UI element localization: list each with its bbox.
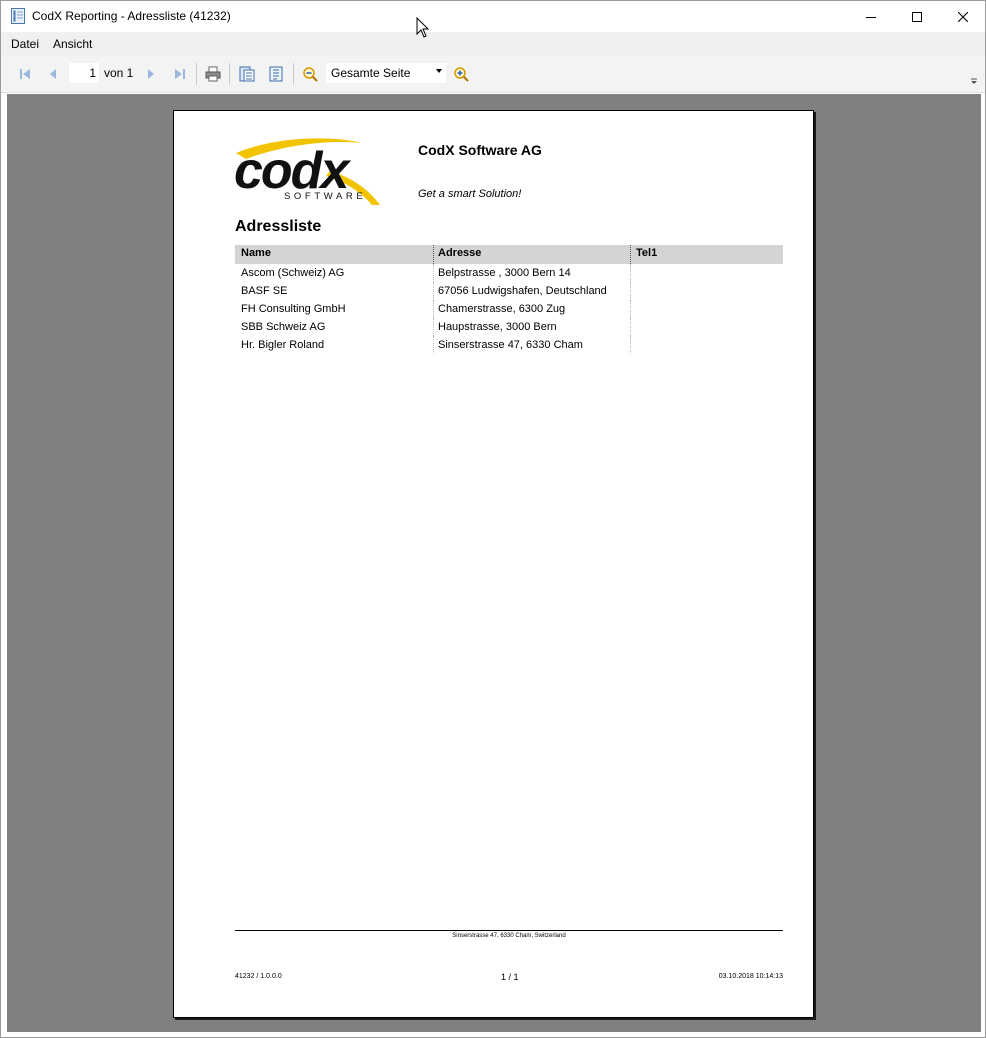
zoom-out-button[interactable] — [300, 64, 320, 84]
zoom-in-icon — [454, 67, 469, 82]
zoom-select-value: Gesamte Seite — [331, 66, 411, 80]
column-divider — [630, 318, 631, 336]
cell-address: Haupstrasse, 3000 Bern — [438, 321, 557, 333]
table-row: BASF SE 67056 Ludwigshafen, Deutschland — [235, 282, 783, 300]
address-table: Name Adresse Tel1 Ascom (Schweiz) AG Bel… — [235, 245, 783, 354]
printer-icon — [205, 66, 221, 82]
close-button[interactable] — [940, 1, 985, 32]
next-page-icon — [148, 69, 154, 79]
last-page-button[interactable] — [170, 64, 190, 84]
app-icon — [11, 8, 25, 24]
cell-name: Hr. Bigler Roland — [241, 339, 325, 351]
maximize-button[interactable] — [894, 1, 940, 32]
column-divider — [630, 300, 631, 318]
table-header-row: Name Adresse Tel1 — [235, 245, 783, 264]
print-button[interactable] — [203, 64, 223, 84]
close-icon — [958, 11, 968, 22]
toolbar: 1 von 1 Gesamte Seite — [1, 56, 985, 93]
chevron-down-icon — [436, 69, 442, 73]
minimize-icon — [866, 16, 876, 18]
column-divider — [433, 336, 434, 354]
window-title: CodX Reporting - Adressliste (41232) — [32, 9, 231, 23]
column-divider — [630, 245, 631, 264]
cell-address: 67056 Ludwigshafen, Deutschland — [438, 285, 607, 297]
prev-page-icon — [50, 69, 56, 79]
maximize-icon — [912, 11, 922, 22]
table-row: SBB Schweiz AG Haupstrasse, 3000 Bern — [235, 318, 783, 336]
export-button[interactable] — [237, 64, 257, 84]
cell-name: BASF SE — [241, 285, 288, 297]
slogan: Get a smart Solution! — [418, 188, 522, 200]
column-divider — [630, 336, 631, 354]
cell-name: FH Consulting GmbH — [241, 303, 346, 315]
column-header-tel: Tel1 — [636, 247, 658, 259]
toolbar-separator — [229, 63, 230, 85]
column-divider — [433, 318, 434, 336]
menu-bar: Datei Ansicht — [1, 32, 985, 56]
column-divider — [433, 300, 434, 318]
title-bar: CodX Reporting - Adressliste (41232) — [1, 1, 985, 32]
column-divider — [433, 245, 434, 264]
mouse-cursor-icon — [416, 17, 430, 38]
cell-name: SBB Schweiz AG — [241, 321, 326, 333]
next-page-button[interactable] — [141, 64, 161, 84]
page-count-label: von 1 — [104, 66, 134, 80]
export-icon — [239, 66, 255, 82]
cell-address: Chamerstrasse, 6300 Zug — [438, 303, 566, 315]
menu-datei[interactable]: Datei — [11, 37, 39, 51]
toolbar-separator — [196, 63, 197, 85]
page-setup-button[interactable] — [266, 64, 286, 84]
cell-name: Ascom (Schweiz) AG — [241, 267, 345, 279]
column-divider — [630, 282, 631, 300]
page-setup-icon — [269, 66, 283, 82]
zoom-out-icon — [303, 67, 318, 82]
toolbar-overflow-icon[interactable] — [969, 76, 979, 86]
company-name: CodX Software AG — [418, 142, 542, 158]
minimize-button[interactable] — [848, 1, 894, 32]
cell-address: Sinserstrasse 47, 6330 Cham — [438, 339, 583, 351]
table-row: FH Consulting GmbH Chamerstrasse, 6300 Z… — [235, 300, 783, 318]
column-divider — [433, 282, 434, 300]
column-divider — [630, 264, 631, 282]
footer-divider — [235, 930, 783, 931]
first-page-icon — [20, 69, 30, 79]
table-row: Hr. Bigler Roland Sinserstrasse 47, 6330… — [235, 336, 783, 354]
menu-datei-label: Datei — [11, 37, 40, 51]
app-window: CodX Reporting - Adressliste (41232) Dat… — [0, 0, 986, 1038]
footer-address: Sinserstrasse 47, 6330 Cham, Switzerland — [452, 933, 566, 939]
last-page-icon — [175, 69, 185, 79]
logo-subtext: SOFTWARE — [284, 191, 367, 202]
zoom-in-button[interactable] — [451, 64, 471, 84]
footer-timestamp: 03.10.2018 10:14:13 — [718, 973, 783, 980]
report-page: codx SOFTWARE CodX Software AG Get a sma… — [173, 110, 814, 1018]
column-header-name: Name — [241, 247, 271, 259]
first-page-button[interactable] — [15, 64, 35, 84]
page-number-input[interactable]: 1 — [69, 63, 99, 83]
zoom-select[interactable]: Gesamte Seite — [326, 63, 446, 83]
menu-ansicht[interactable]: Ansicht — [53, 37, 92, 51]
column-header-address: Adresse — [438, 247, 482, 259]
column-divider — [433, 264, 434, 282]
prev-page-button[interactable] — [43, 64, 63, 84]
footer-version: 41232 / 1.0.0.0 — [235, 973, 282, 980]
cell-address: Belpstrasse , 3000 Bern 14 — [438, 267, 571, 279]
footer-page-number: 1 / 1 — [501, 972, 519, 982]
report-preview-area[interactable]: codx SOFTWARE CodX Software AG Get a sma… — [7, 94, 981, 1032]
table-row: Ascom (Schweiz) AG Belpstrasse , 3000 Be… — [235, 264, 783, 282]
menu-ansicht-label: Ansicht — [53, 37, 93, 51]
report-title: Adressliste — [235, 218, 322, 235]
toolbar-separator — [293, 63, 294, 85]
